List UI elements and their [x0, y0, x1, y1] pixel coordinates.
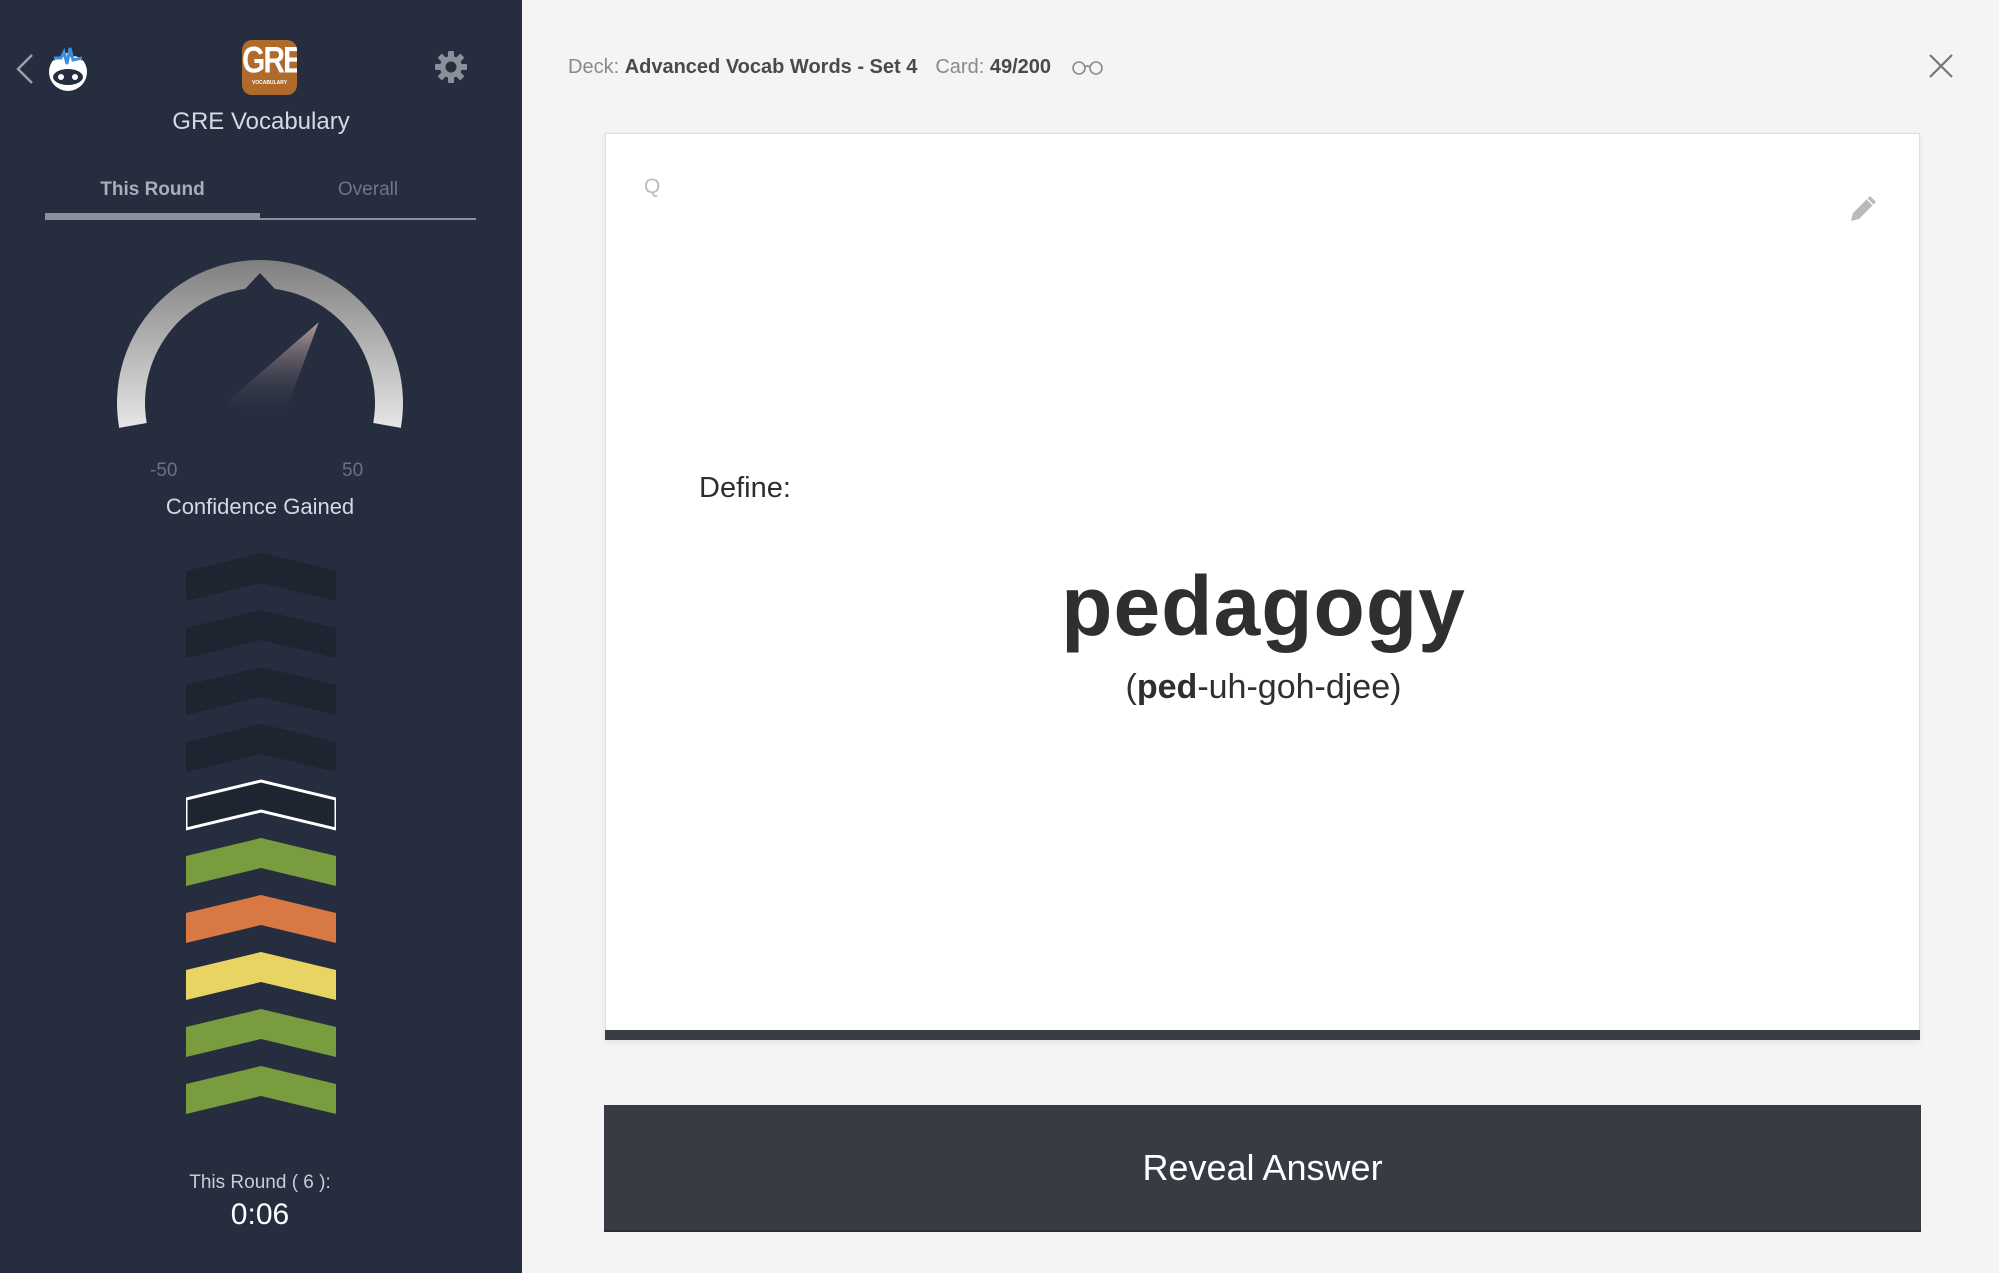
card-word: pedagogy	[1061, 559, 1466, 653]
chevron-left-icon	[16, 54, 33, 84]
deck-label: Deck:	[568, 55, 620, 78]
round-count-label: This Round ( 6 ):	[189, 1172, 331, 1193]
sidebar: GRE VOCABULARY GRE Vocabulary This Round…	[0, 0, 522, 1273]
card-prompt: Define:	[699, 472, 791, 504]
pronunciation-open: (	[1125, 668, 1137, 706]
confidence-chevron-2	[186, 610, 336, 658]
brainscape-logo-icon[interactable]	[44, 44, 92, 92]
gear-icon	[435, 51, 467, 83]
deck-logo: GRE VOCABULARY	[242, 40, 297, 95]
deck-logo-main-text: GRE	[242, 40, 297, 81]
card-bottom-bar	[605, 1030, 1920, 1040]
confidence-gauge	[117, 260, 404, 428]
deck-info-bar: Deck: Advanced Vocab Words - Set 4 Card:…	[568, 55, 1105, 79]
confidence-chevron-4	[186, 724, 336, 772]
card-position: 49/200	[989, 55, 1051, 78]
preview-button[interactable]	[1071, 59, 1105, 75]
close-icon	[1929, 54, 1953, 78]
settings-button[interactable]	[433, 49, 469, 85]
flashcard: Q Define: pedagogy (ped-uh-goh-djee)	[605, 133, 1920, 1040]
app-root: GRE VOCABULARY GRE Vocabulary This Round…	[0, 0, 1999, 1273]
confidence-chevron-5	[186, 779, 336, 831]
deck-title: GRE Vocabulary	[172, 108, 350, 135]
tab-overall[interactable]: Overall	[260, 172, 476, 212]
glasses-icon	[1072, 61, 1103, 75]
gauge-min-label: -50	[150, 460, 178, 481]
gauge-max-label: 50	[342, 460, 364, 481]
pronunciation-stressed: ped	[1136, 668, 1198, 706]
confidence-chevron-7	[186, 895, 336, 943]
close-button[interactable]	[1928, 53, 1954, 79]
confidence-chevron-1	[186, 553, 336, 601]
gauge-needle	[224, 322, 319, 420]
confidence-chevron-9	[186, 1009, 336, 1057]
confidence-chevron-6	[186, 838, 336, 886]
reveal-answer-button[interactable]: Reveal Answer	[604, 1105, 1921, 1232]
round-timer: 0:06	[230, 1198, 290, 1231]
pronunciation-rest: -uh-goh-djee)	[1197, 668, 1402, 706]
stats-tabs: This Round Overall	[45, 172, 476, 222]
tab-this-round[interactable]: This Round	[45, 172, 260, 212]
edit-card-button[interactable]	[1849, 193, 1879, 223]
card-pronunciation: (ped-uh-goh-djee)	[606, 668, 1921, 707]
tab-active-indicator	[45, 213, 260, 219]
deck-name: Advanced Vocab Words - Set 4	[624, 55, 918, 78]
confidence-chevron-10	[186, 1066, 336, 1114]
card-side-label: Q	[644, 175, 661, 198]
confidence-chevron-3	[186, 667, 336, 715]
gauge-caption: Confidence Gained	[165, 494, 355, 519]
back-button[interactable]	[14, 52, 36, 86]
pencil-icon	[1851, 196, 1876, 221]
card-label: Card:	[935, 55, 985, 78]
confidence-chevron-8	[186, 952, 336, 1000]
confidence-meter	[186, 553, 336, 1114]
